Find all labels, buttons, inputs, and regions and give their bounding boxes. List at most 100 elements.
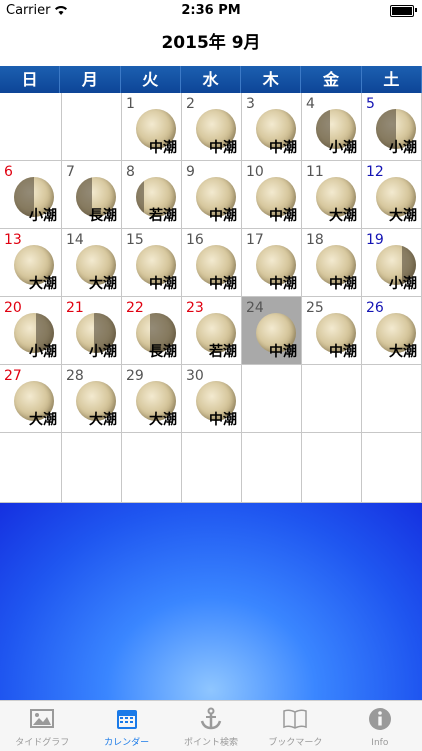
tide-label: 中潮	[149, 140, 177, 156]
tide-label: 中潮	[269, 344, 297, 360]
calendar-day-cell[interactable]: 17 中潮	[242, 229, 302, 297]
calendar-day-cell[interactable]: 14 大潮	[62, 229, 122, 297]
calendar-day-cell[interactable]: 8 若潮	[122, 161, 182, 229]
month-title: 2015年 9月	[161, 33, 261, 53]
calendar-day-cell[interactable]: 20 小潮	[0, 297, 62, 365]
day-number: 21	[66, 300, 84, 316]
calendar-day-cell[interactable]: 28 大潮	[62, 365, 122, 433]
tide-label: 長潮	[149, 344, 177, 360]
day-number: 29	[126, 368, 144, 384]
status-time: 2:36 PM	[181, 3, 241, 18]
empty-day-cell	[0, 93, 62, 161]
calendar-day-cell[interactable]: 7 長潮	[62, 161, 122, 229]
tide-label: 長潮	[89, 208, 117, 224]
tide-label: 中潮	[209, 208, 237, 224]
calendar-day-cell[interactable]: 13 大潮	[0, 229, 62, 297]
empty-day-cell	[122, 433, 182, 503]
status-bar: Carrier 2:36 PM	[0, 0, 422, 22]
empty-day-cell	[362, 433, 422, 503]
tide-label: 大潮	[149, 412, 177, 428]
battery-icon	[390, 5, 414, 17]
day-number: 26	[366, 300, 384, 316]
empty-day-cell	[302, 365, 362, 433]
calendar-day-cell[interactable]: 22 長潮	[122, 297, 182, 365]
calendar-day-cell[interactable]: 29 大潮	[122, 365, 182, 433]
day-number: 15	[126, 232, 144, 248]
calendar-day-cell[interactable]: 27 大潮	[0, 365, 62, 433]
tide-label: 中潮	[329, 344, 357, 360]
empty-day-cell	[362, 365, 422, 433]
calendar-day-cell[interactable]: 10 中潮	[242, 161, 302, 229]
anchor-icon	[198, 707, 224, 731]
day-number: 16	[186, 232, 204, 248]
tab-anchor[interactable]: ポイント検索	[169, 701, 253, 751]
book-icon	[282, 707, 308, 731]
empty-day-cell	[302, 433, 362, 503]
calendar-day-cell[interactable]: 25 中潮	[302, 297, 362, 365]
tab-label: タイドグラフ	[15, 738, 70, 748]
day-number: 27	[4, 368, 22, 384]
tab-label: ポイント検索	[184, 738, 239, 748]
tab-image[interactable]: タイドグラフ	[0, 701, 84, 751]
tide-label: 中潮	[149, 276, 177, 292]
tide-label: 小潮	[89, 344, 117, 360]
calendar-day-cell[interactable]: 3 中潮	[242, 93, 302, 161]
tab-label: カレンダー	[104, 738, 150, 748]
tide-label: 中潮	[209, 276, 237, 292]
calendar-day-cell[interactable]: 15 中潮	[122, 229, 182, 297]
tab-book[interactable]: ブックマーク	[253, 701, 337, 751]
calendar-day-cell[interactable]: 30 中潮	[182, 365, 242, 433]
calendar-day-cell[interactable]: 4 小潮	[302, 93, 362, 161]
tide-label: 大潮	[329, 208, 357, 224]
day-number: 4	[306, 96, 315, 112]
empty-day-cell	[242, 433, 302, 503]
day-number: 18	[306, 232, 324, 248]
weekday-label: 水	[181, 66, 242, 93]
empty-day-cell	[182, 433, 242, 503]
calendar-day-cell[interactable]: 16 中潮	[182, 229, 242, 297]
calendar-day-cell[interactable]: 19 小潮	[362, 229, 422, 297]
calendar-day-cell[interactable]: 9 中潮	[182, 161, 242, 229]
calendar-day-cell[interactable]: 12 大潮	[362, 161, 422, 229]
weekday-label: 火	[121, 66, 181, 93]
day-number: 20	[4, 300, 22, 316]
weekday-label: 土	[362, 66, 422, 93]
tide-label: 中潮	[209, 412, 237, 428]
day-number: 9	[186, 164, 195, 180]
weekday-label: 月	[60, 66, 121, 93]
day-number: 17	[246, 232, 264, 248]
calendar-grid: 1 中潮 2 中潮 3 中潮 4 小潮 5 小潮 6 小潮 7 長潮 8 若潮 9 中潮 10 中潮 11 大潮 12 大潮 1…	[0, 93, 422, 503]
calendar-day-cell[interactable]: 6 小潮	[0, 161, 62, 229]
day-number: 23	[186, 300, 204, 316]
tide-label: 中潮	[329, 276, 357, 292]
day-number: 14	[66, 232, 84, 248]
tide-label: 大潮	[389, 208, 417, 224]
calendar-day-cell[interactable]: 2 中潮	[182, 93, 242, 161]
day-number: 22	[126, 300, 144, 316]
tide-label: 大潮	[389, 344, 417, 360]
calendar-day-cell[interactable]: 23 若潮	[182, 297, 242, 365]
tab-info[interactable]: Info	[338, 701, 422, 751]
day-number: 25	[306, 300, 324, 316]
calendar-day-cell[interactable]: 5 小潮	[362, 93, 422, 161]
empty-day-cell	[0, 433, 62, 503]
day-number: 11	[306, 164, 324, 180]
empty-day-cell	[62, 433, 122, 503]
image-icon	[29, 707, 55, 731]
calendar-day-cell[interactable]: 1 中潮	[122, 93, 182, 161]
tide-label: 若潮	[149, 208, 177, 224]
weekday-label: 木	[241, 66, 302, 93]
calendar-day-cell[interactable]: 18 中潮	[302, 229, 362, 297]
calendar-day-cell[interactable]: 21 小潮	[62, 297, 122, 365]
day-number: 5	[366, 96, 375, 112]
calendar-day-cell[interactable]: 11 大潮	[302, 161, 362, 229]
calendar-day-cell[interactable]: 26 大潮	[362, 297, 422, 365]
tide-label: 中潮	[269, 276, 297, 292]
day-number: 10	[246, 164, 264, 180]
tide-label: 中潮	[209, 140, 237, 156]
day-number: 8	[126, 164, 135, 180]
calendar-day-cell[interactable]: 24 中潮	[242, 297, 302, 365]
tide-label: 小潮	[29, 208, 57, 224]
tab-calendar[interactable]: カレンダー	[84, 701, 168, 751]
tide-label: 小潮	[389, 140, 417, 156]
